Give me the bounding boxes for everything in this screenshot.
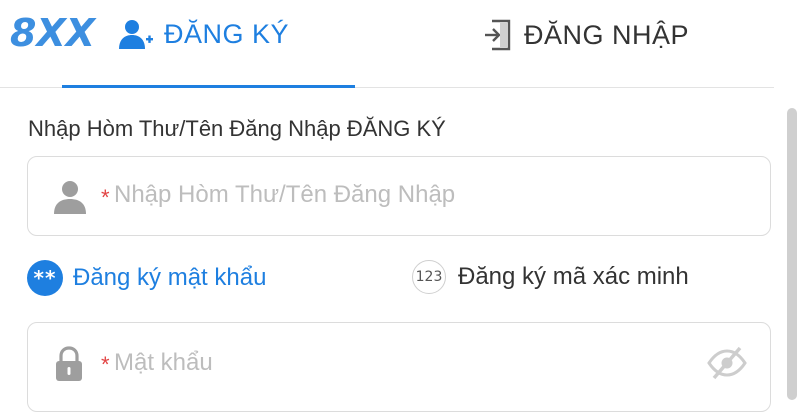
mode-password-label: Đăng ký mật khẩu: [73, 264, 267, 291]
tab-login[interactable]: ĐĂNG NHẬP: [482, 18, 689, 52]
code-mode-icon: 123: [412, 260, 446, 294]
lock-icon: [56, 346, 82, 381]
account-field[interactable]: *: [27, 156, 771, 236]
user-add-icon: [119, 20, 153, 49]
logo-text: 8XX: [10, 11, 97, 55]
active-tab-indicator: [62, 85, 355, 88]
scrollbar[interactable]: [787, 108, 797, 400]
mode-code-option[interactable]: 123 Đăng ký mã xác minh: [412, 260, 689, 294]
account-field-label: Nhập Hòm Thư/Tên Đăng Nhập ĐĂNG KÝ: [28, 116, 446, 141]
tab-login-label: ĐĂNG NHẬP: [524, 19, 690, 50]
user-icon: [54, 181, 86, 214]
password-input[interactable]: [114, 343, 674, 383]
eye-off-icon[interactable]: [706, 345, 748, 381]
tab-register-label: ĐĂNG KÝ: [164, 18, 290, 49]
required-mark: *: [101, 352, 110, 377]
mode-password-option[interactable]: ** Đăng ký mật khẩu: [27, 260, 266, 296]
mode-code-label: Đăng ký mã xác minh: [458, 263, 689, 290]
tab-register[interactable]: ĐĂNG KÝ: [118, 18, 289, 50]
password-mode-icon: **: [27, 260, 63, 296]
required-mark: *: [101, 185, 110, 210]
account-input[interactable]: [114, 175, 674, 215]
password-field[interactable]: *: [27, 322, 771, 412]
login-door-icon: [485, 19, 511, 51]
